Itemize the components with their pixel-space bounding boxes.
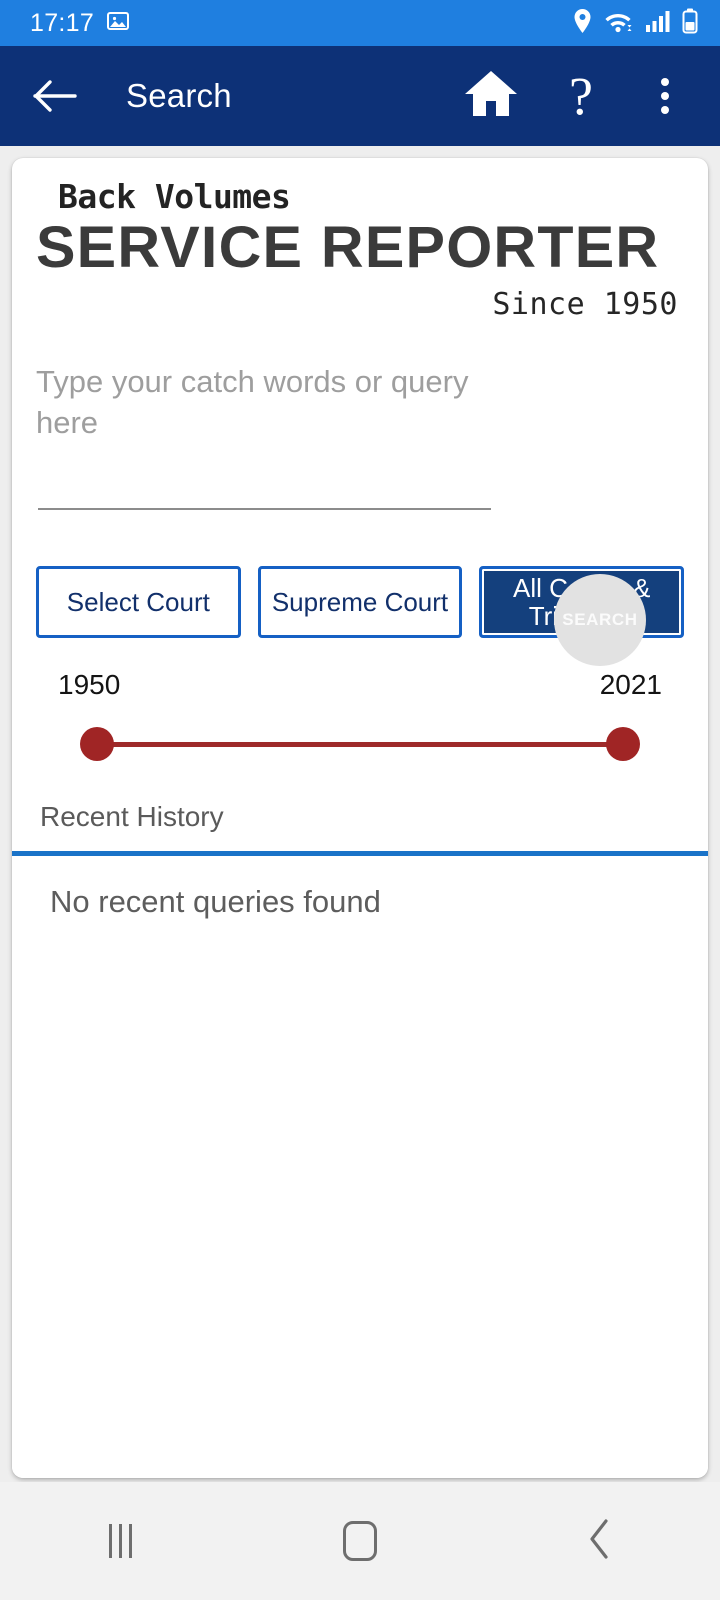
- home-icon: [343, 1521, 377, 1561]
- masthead-line-service-reporter: SERVICE REPORTER: [36, 214, 660, 280]
- phone-screen: 17:17 Search ? Back Volumes SERVICE REPO…: [0, 0, 720, 1600]
- help-button[interactable]: ?: [552, 67, 610, 125]
- status-bar-right: [572, 8, 698, 39]
- year-slider-track-wrap[interactable]: [36, 715, 684, 777]
- year-slider-track: [96, 742, 624, 748]
- masthead-line-since: Since 1950: [492, 287, 678, 323]
- empty-state-message: No recent queries found: [50, 884, 381, 920]
- page-title: Search: [126, 77, 232, 114]
- nav-back-button[interactable]: [540, 1501, 660, 1581]
- search-input-underline: [38, 508, 491, 511]
- home-button[interactable]: [462, 67, 520, 125]
- search-button[interactable]: SEARCH: [554, 574, 646, 667]
- recent-history-list: No recent queries found: [12, 856, 708, 1478]
- recent-history-tab-label: Recent History: [40, 801, 224, 833]
- app-bar: Search ?: [0, 46, 720, 146]
- year-min-label: 1950: [58, 669, 121, 701]
- year-max-label: 2021: [599, 669, 662, 701]
- year-range-slider: 1950 2021: [12, 647, 708, 777]
- android-nav-bar: [0, 1482, 720, 1600]
- year-slider-thumb-max[interactable]: [606, 727, 640, 762]
- search-card: Back Volumes SERVICE REPORTER Since 1950…: [12, 158, 708, 1478]
- image-icon: [106, 9, 130, 38]
- wifi-icon: [604, 8, 634, 39]
- status-bar: 17:17: [0, 0, 720, 46]
- recents-icon: [108, 1524, 132, 1558]
- year-slider-thumb-min[interactable]: [80, 727, 114, 762]
- search-field: [36, 362, 491, 537]
- year-range-labels: 1950 2021: [36, 669, 684, 701]
- overflow-menu-icon: [661, 78, 669, 114]
- recent-history-tab[interactable]: Recent History: [12, 777, 708, 851]
- search-row: SEARCH: [12, 322, 708, 667]
- signal-bars-icon: [645, 9, 671, 38]
- court-filter-supreme-court[interactable]: Supreme Court: [257, 566, 463, 639]
- content-area: Back Volumes SERVICE REPORTER Since 1950…: [0, 146, 720, 1482]
- nav-recents-button[interactable]: [60, 1501, 180, 1581]
- back-icon: [586, 1517, 614, 1566]
- status-bar-left: 17:17: [30, 9, 130, 38]
- masthead-line-back-volumes: Back Volumes: [58, 177, 291, 216]
- search-input[interactable]: [36, 362, 491, 503]
- masthead-logo: Back Volumes SERVICE REPORTER Since 1950: [12, 158, 708, 322]
- overflow-menu-button[interactable]: [636, 67, 694, 125]
- search-button-label: SEARCH: [562, 610, 638, 630]
- status-time: 17:17: [30, 8, 95, 37]
- location-pin-icon: [572, 8, 593, 39]
- court-filter-select-court[interactable]: Select Court: [36, 566, 241, 639]
- help-icon: ?: [569, 66, 593, 126]
- nav-home-button[interactable]: [300, 1501, 420, 1581]
- back-button[interactable]: [28, 69, 82, 123]
- home-icon: [462, 68, 520, 125]
- battery-icon: [682, 8, 698, 39]
